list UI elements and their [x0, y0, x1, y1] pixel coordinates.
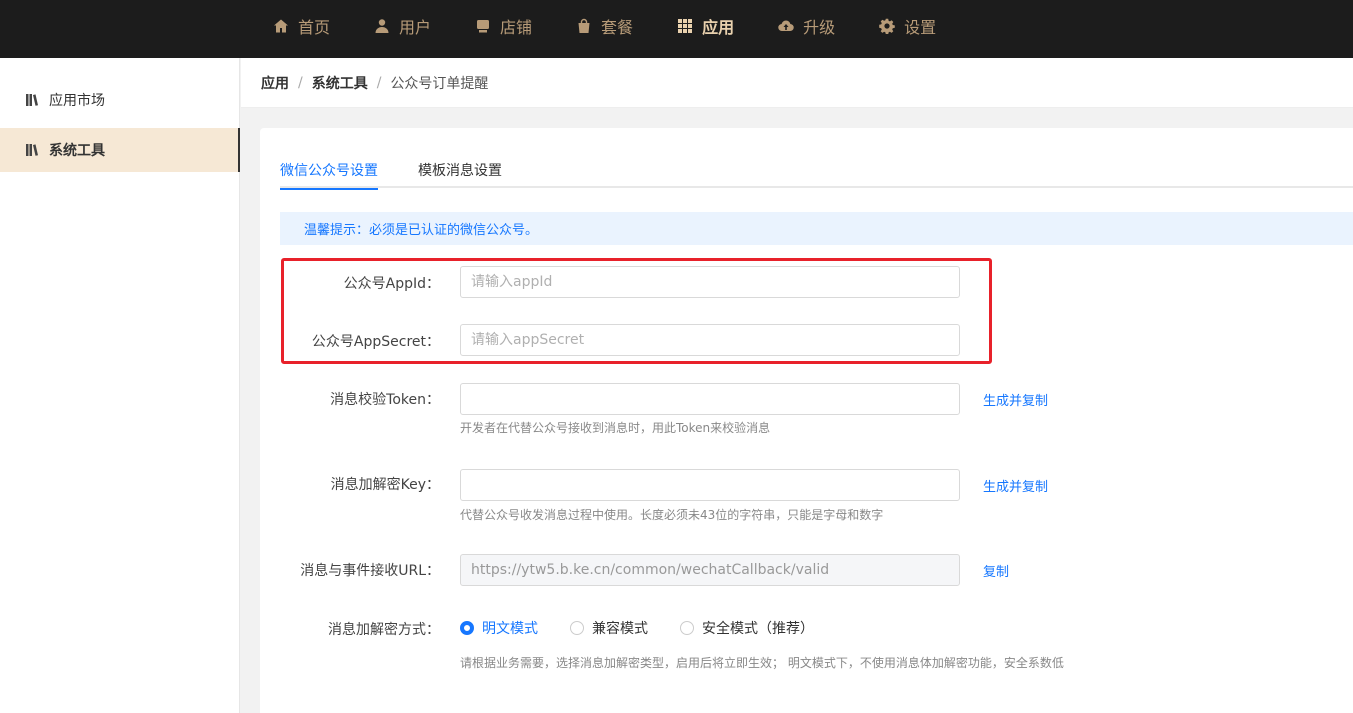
user-icon	[373, 17, 391, 35]
tab-template-message-settings[interactable]: 模板消息设置	[418, 152, 502, 188]
radio-secure-mode[interactable]: 安全模式（推荐）	[680, 618, 814, 638]
nav-item-settings[interactable]: 设置	[878, 0, 936, 52]
tab-bar: 微信公众号设置 模板消息设置	[280, 152, 1353, 190]
sidebar-item-app-market[interactable]: 应用市场	[0, 78, 240, 122]
encrypt-mode-hint: 请根据业务需要，选择消息加解密类型，启用后将立即生效； 明文模式下，不使用消息体…	[460, 656, 1064, 670]
tip-alert: 温馨提示：必须是已认证的微信公众号。	[280, 212, 1353, 245]
nav-item-label: 用户	[399, 18, 432, 37]
gear-icon	[878, 17, 896, 35]
nav-item-label: 套餐	[601, 18, 634, 37]
nav-item-upgrade[interactable]: 升级	[777, 0, 835, 52]
nav-item-label: 应用	[702, 18, 735, 37]
nav-item-users[interactable]: 用户	[373, 0, 431, 52]
nav-item-apps[interactable]: 应用	[676, 0, 734, 52]
store-icon	[474, 17, 492, 35]
content-card: 微信公众号设置 模板消息设置 温馨提示：必须是已认证的微信公众号。 公众号App…	[260, 128, 1353, 713]
bag-icon	[575, 17, 593, 35]
cloud-upload-icon	[777, 17, 795, 35]
aeskey-label: 消息加解密Key：	[330, 477, 440, 493]
breadcrumb-separator: /	[298, 74, 303, 91]
token-label: 消息校验Token：	[330, 392, 440, 408]
appid-input[interactable]	[460, 266, 960, 298]
breadcrumb-item-current: 公众号订单提醒	[390, 75, 489, 92]
radio-checked-icon	[460, 621, 474, 635]
radio-label: 安全模式（推荐）	[702, 621, 814, 637]
home-icon	[272, 17, 290, 35]
radio-plaintext-mode[interactable]: 明文模式	[460, 618, 538, 638]
aeskey-input[interactable]	[460, 469, 960, 501]
encrypt-mode-radio-group: 明文模式 兼容模式 安全模式（推荐）	[460, 619, 846, 637]
nav-item-label: 店铺	[500, 18, 533, 37]
radio-compatible-mode[interactable]: 兼容模式	[570, 618, 648, 638]
nav-item-label: 首页	[298, 18, 331, 37]
url-label: 消息与事件接收URL：	[300, 563, 440, 579]
token-input[interactable]	[460, 383, 960, 415]
appsecret-label: 公众号AppSecret：	[311, 334, 440, 350]
nav-item-store[interactable]: 店铺	[474, 0, 532, 52]
aeskey-hint: 代替公众号收发消息过程中使用。长度必须未43位的字符串，只能是字母和数字	[460, 508, 884, 522]
main-nav: 首页 用户 店铺 套餐 应用 升级 设置	[272, 0, 979, 52]
appid-label: 公众号AppId：	[343, 276, 440, 292]
copy-url-button[interactable]: 复制	[983, 561, 1009, 580]
nav-item-label: 升级	[803, 18, 836, 37]
sidebar-item-label: 系统工具	[49, 143, 105, 159]
sidebar: 应用市场 系统工具	[0, 58, 240, 713]
apps-grid-icon	[676, 17, 694, 35]
radio-unchecked-icon	[570, 621, 584, 635]
nav-item-label: 设置	[904, 18, 937, 37]
breadcrumb-item-apps[interactable]: 应用	[261, 73, 289, 93]
top-navbar: 首页 用户 店铺 套餐 应用 升级 设置	[0, 0, 1353, 58]
nav-item-package[interactable]: 套餐	[575, 0, 633, 52]
breadcrumb-item-system-tools[interactable]: 系统工具	[312, 73, 368, 93]
sidebar-item-label: 应用市场	[49, 93, 105, 109]
radio-label: 兼容模式	[592, 621, 648, 637]
tab-wechat-settings[interactable]: 微信公众号设置	[280, 152, 378, 190]
encrypt-mode-label: 消息加解密方式：	[328, 622, 440, 638]
generate-copy-key-button[interactable]: 生成并复制	[983, 476, 1048, 495]
nav-item-home[interactable]: 首页	[272, 0, 330, 52]
book-icon	[26, 94, 38, 106]
appsecret-input[interactable]	[460, 324, 960, 356]
sidebar-item-system-tools[interactable]: 系统工具	[0, 128, 240, 172]
generate-copy-token-button[interactable]: 生成并复制	[983, 390, 1048, 409]
book-icon	[26, 144, 38, 156]
token-hint: 开发者在代替公众号接收到消息时，用此Token来校验消息	[460, 421, 771, 435]
radio-unchecked-icon	[680, 621, 694, 635]
radio-label: 明文模式	[482, 621, 538, 637]
breadcrumb-separator: /	[376, 74, 382, 91]
callback-url-input	[460, 554, 960, 586]
breadcrumb: 应用 / 系统工具 / 公众号订单提醒	[241, 58, 1353, 108]
